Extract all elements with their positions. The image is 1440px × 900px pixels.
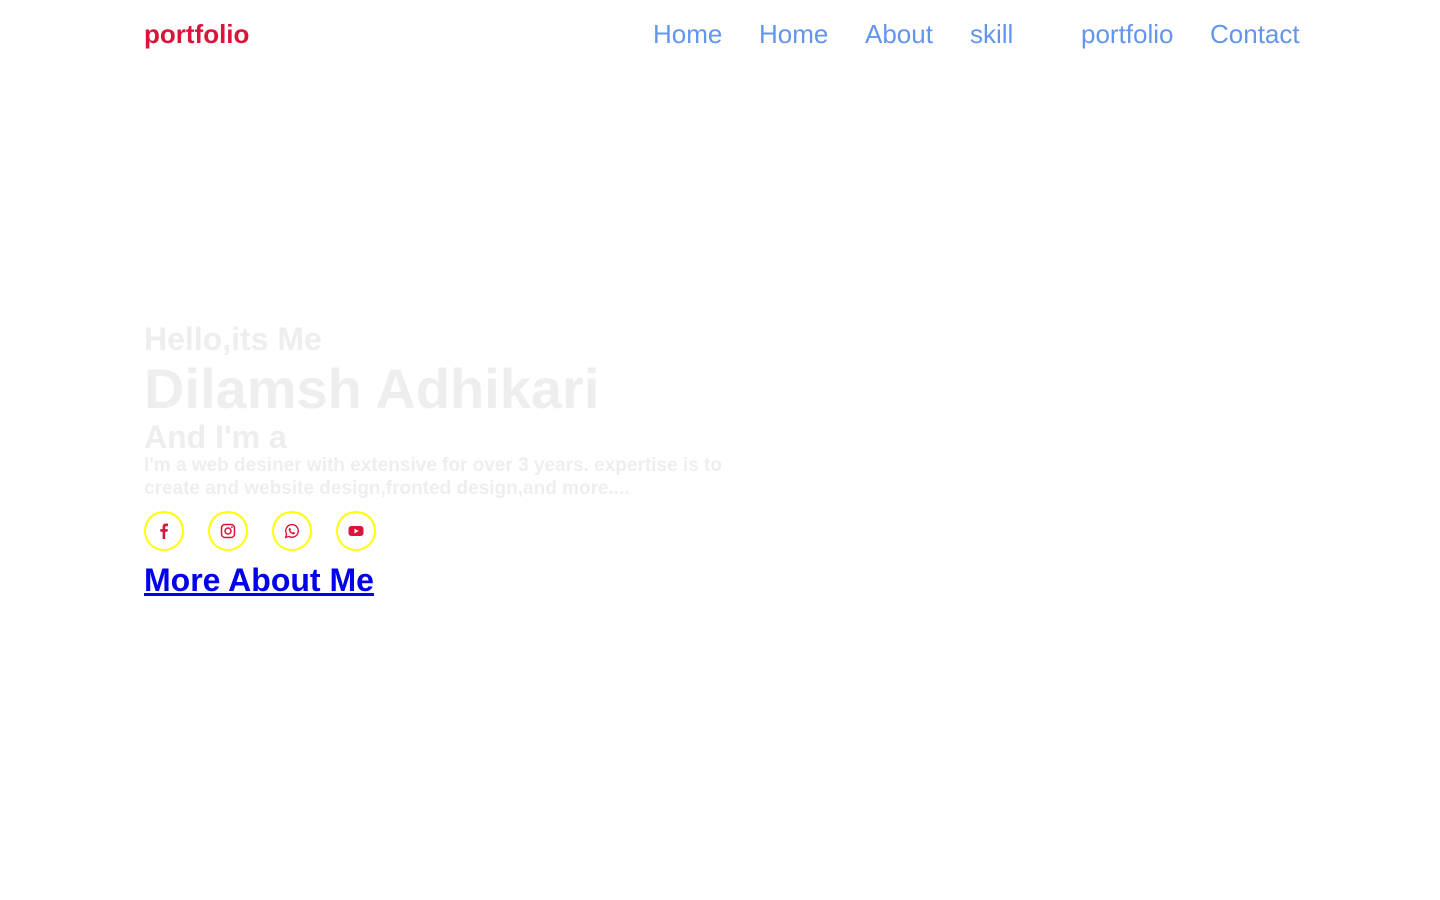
whatsapp-button[interactable] [272, 511, 312, 551]
nav-link-portfolio[interactable]: portfolio [1081, 18, 1174, 50]
youtube-button[interactable] [336, 511, 376, 551]
greeting-heading: Hello,its Me [144, 321, 322, 357]
instagram-button[interactable] [208, 511, 248, 551]
youtube-icon [348, 523, 364, 539]
facebook-icon [156, 523, 172, 539]
bio-text: I'm a web desiner with extensive for ove… [144, 455, 722, 499]
facebook-button[interactable] [144, 511, 184, 551]
more-about-me-link[interactable]: More About Me [144, 562, 374, 598]
site-header: portfolio Home Home About skill portfoli… [0, 0, 1440, 68]
nav-link-about[interactable]: About [865, 18, 933, 50]
nav-link-home[interactable]: Home [653, 18, 722, 50]
instagram-icon [220, 523, 236, 539]
whatsapp-icon [284, 523, 300, 539]
home-section: Hello,its Me Dilamsh Adhikari And I'm a … [144, 320, 764, 598]
nav-link-home-2[interactable]: Home [759, 18, 828, 50]
main-nav: Home Home About skill portfolio Contact [0, 18, 1440, 50]
social-links [144, 511, 764, 551]
nav-link-contact[interactable]: Contact [1210, 18, 1300, 50]
role-heading: And I'm a [144, 419, 287, 455]
nav-link-skill[interactable]: skill [970, 18, 1013, 50]
name-heading: Dilamsh Adhikari [144, 357, 600, 420]
